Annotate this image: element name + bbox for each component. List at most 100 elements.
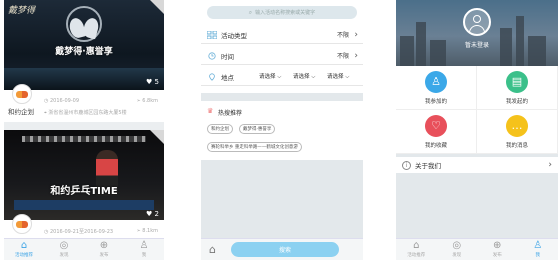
pin-icon: ⌖ [44,110,47,116]
tab-publish[interactable]: ⊕ 发布 [84,239,124,260]
tab-label: 活动推荐 [407,253,426,258]
location-arrow-icon: ➢ [136,228,141,234]
profile-menu-grid: ♙ 我参加的 ▤ 我发起的 ♡ 我的收藏 … 我的消息 [396,66,558,154]
search-button[interactable]: 搜索 [231,242,339,257]
filter-value: 不限 [336,32,349,39]
grid-label: 我的消息 [505,142,528,149]
heart-icon: ♥ [146,210,153,218]
activity-title: 和约乒乓TIME [50,186,118,197]
my-created-button[interactable]: ▤ 我发起的 [477,66,558,110]
organizer-avatar[interactable] [12,214,32,234]
home-icon[interactable]: ⌂ [209,243,216,256]
hot-search-title: 热搜推荐 [218,110,243,117]
user-icon: ♙ [139,240,149,251]
city-select[interactable]: 请选择 ⌵ [293,72,315,81]
filter-label: 地点 [221,73,234,82]
corner-ribbon [150,0,164,14]
my-joined-button[interactable]: ♙ 我参加的 [396,66,477,110]
hot-tag[interactable]: 戴梦得·惠誉享 [239,124,276,134]
clock-icon: ◷ [44,98,49,104]
tab-label: 发现 [59,253,69,258]
activity-banner[interactable]: 和约乒乓TIME ♥ 2 [4,130,164,220]
filter-label: 时间 [221,52,234,61]
activity-card[interactable]: 戴梦得 戴梦得·惠誉享 ♥ 5 和约企划 ◷ 2016-09-09 ➢ 6.8k… [4,0,164,122]
empty-area [201,160,363,238]
people-icon: ♙ [425,70,447,93]
my-favorites-button[interactable]: ♡ 我的收藏 [396,110,477,154]
tab-label: 活动推荐 [15,253,33,258]
document-icon: ▤ [506,70,528,93]
plus-icon: ⊕ [493,240,502,251]
hot-tag[interactable]: 和约企划 [207,124,233,134]
like-number: 2 [154,210,159,218]
chevron-right-icon: › [354,50,358,61]
activity-card[interactable]: 和约乒乓TIME ♥ 2 ◷ 2016-09-21至2016-09-23 ➢ 8… [4,130,164,238]
activity-banner[interactable]: 戴梦得 戴梦得·惠誉享 ♥ 5 [4,0,164,90]
tab-recommend[interactable]: ⌂ 活动推荐 [396,239,437,260]
bottom-bar: ⌂ 搜索 [201,238,363,260]
section-divider [201,93,363,101]
chevron-right-icon: › [354,29,358,40]
hot-tag[interactable]: 赛轮科举乡 重走科举路——鹤城文化创意游 [207,142,302,152]
activity-address: ⌖ 浙省省温州市鹿城区园东路大厦5楼 [44,109,127,116]
plus-icon: ⊕ [99,240,109,251]
category-icon [207,30,217,39]
tab-label: 我 [535,253,541,258]
home-icon: ⌂ [413,240,420,251]
avatar[interactable] [463,8,491,36]
search-placeholder: 输入活动名称搜索或关键字 [255,10,316,16]
activity-date: ◷ 2016-09-09 [44,98,79,104]
filter-time[interactable]: 时间 不限 › [201,47,363,65]
tab-publish[interactable]: ⊕ 发布 [477,239,518,260]
brand-calligraphy: 戴梦得 [8,6,36,16]
user-icon: ♙ [533,240,543,251]
profile-screen: 暂未登录 ♙ 我参加的 ▤ 我发起的 ♡ 我的收藏 … 我的消息 i 关于我们 … [396,0,558,260]
organizer-name: 和约企划 [8,108,34,116]
like-count[interactable]: ♥ 5 [146,78,159,86]
about-us-row[interactable]: i 关于我们 › [396,157,558,173]
chevron-down-icon: ⌵ [311,74,316,80]
organizer-avatar[interactable] [12,84,32,104]
clock-icon [208,51,216,60]
select-value: 请选择 [259,74,276,80]
user-body-icon [469,25,485,33]
like-count[interactable]: ♥ 2 [146,210,159,218]
compass-icon: ◎ [452,240,462,251]
district-select[interactable]: 请选择 ⌵ [327,72,349,81]
tab-label: 发布 [99,253,109,258]
tab-label: 发现 [452,253,462,258]
select-value: 请选择 [327,74,344,80]
clock-icon: ◷ [44,229,49,235]
address-text: 浙省省温州市鹿城区园东路大厦5楼 [48,110,127,116]
home-icon: ⌂ [20,240,28,251]
tab-discover[interactable]: ◎ 发现 [44,239,84,260]
tab-recommend[interactable]: ⌂ 活动推荐 [4,239,44,260]
filter-value: 不限 [336,53,349,60]
filter-location: 地点 请选择 ⌵ 请选择 ⌵ 请选择 ⌵ [201,68,363,86]
tab-label: 发布 [492,253,502,258]
activity-date: ◷ 2016-09-21至2016-09-23 [44,228,113,235]
grid-label: 我的收藏 [424,142,447,149]
bottom-tab-bar: ⌂ 活动推荐 ◎ 发现 ⊕ 发布 ♙ 我 [396,238,558,260]
about-label: 关于我们 [415,162,441,170]
search-input[interactable]: ⌕ 输入活动名称搜索或关键字 [207,6,357,19]
stadium-lights [22,136,146,142]
activity-distance: ➢ 6.8km [136,98,158,104]
province-select[interactable]: 请选择 ⌵ [259,72,281,81]
organizer-logo-icon [16,90,28,98]
heart-icon: ♥ [146,78,153,86]
user-head-icon [473,15,481,23]
tab-discover[interactable]: ◎ 发现 [437,239,478,260]
compass-icon: ◎ [59,240,69,251]
tab-me[interactable]: ♙ 我 [124,239,164,260]
tab-label: 我 [141,253,147,258]
filter-activity-type[interactable]: 活动类型 不限 › [201,26,363,44]
my-messages-button[interactable]: … 我的消息 [477,110,558,154]
distance-text: 8.1km [142,228,158,234]
login-status[interactable]: 暂未登录 [396,40,558,49]
chevron-right-icon: › [548,160,552,170]
tab-me[interactable]: ♙ 我 [518,239,559,260]
activity-title: 戴梦得·惠誉享 [55,47,113,57]
chevron-down-icon: ⌵ [277,74,282,80]
pingpong-table [14,200,154,210]
